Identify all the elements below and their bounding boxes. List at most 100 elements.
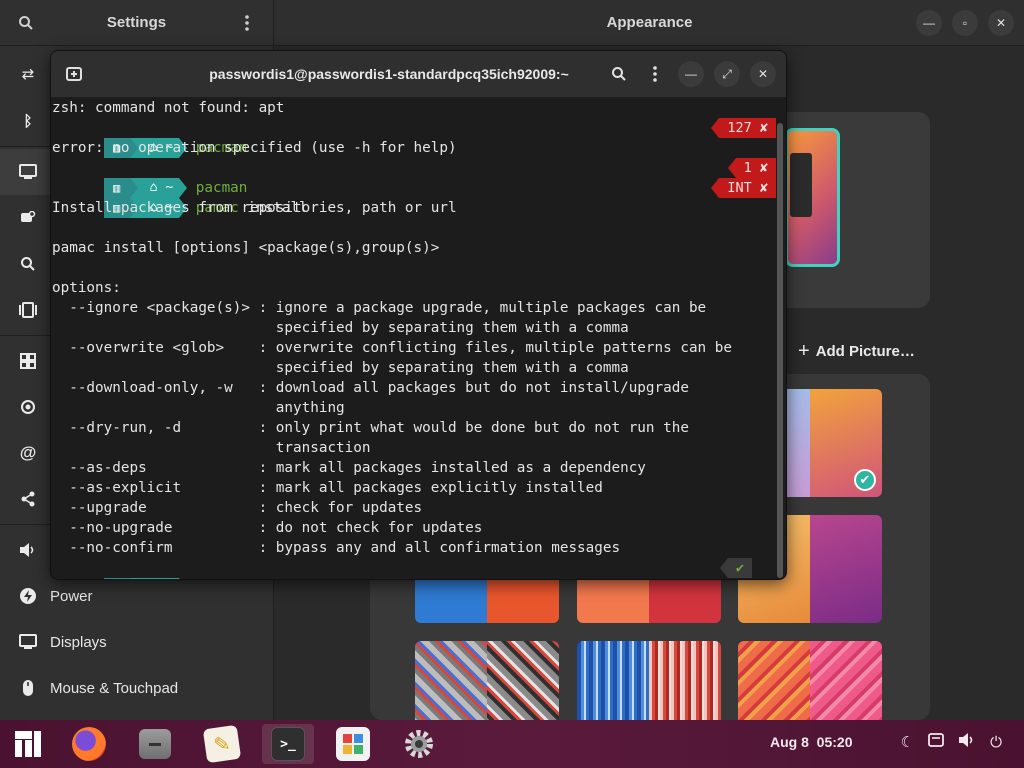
keyboard-icon[interactable] bbox=[928, 733, 945, 751]
apps-icon bbox=[18, 351, 38, 371]
prompt-line: ▥ ⌂ ~ pamac install INT ✘ bbox=[52, 178, 776, 218]
prompt-line: ▥⌂ ~ pacman ✔ bbox=[52, 558, 776, 580]
settings-icon bbox=[402, 727, 436, 761]
sidebar-item-label: Displays bbox=[50, 633, 107, 651]
wifi-icon: ⇄ bbox=[21, 66, 35, 83]
taskbar-software[interactable] bbox=[327, 724, 379, 764]
volume-icon[interactable] bbox=[958, 732, 976, 752]
sidebar-item-mouse[interactable]: Mouse & Touchpad bbox=[0, 665, 274, 711]
output-line: --ignore <package(s)> : ignore a package… bbox=[52, 300, 707, 316]
add-picture-label: Add Picture… bbox=[815, 343, 915, 360]
output-line: --no-confirm : bypass any and all confir… bbox=[52, 540, 621, 556]
prompt: ▥ ⌂ ~ bbox=[103, 578, 188, 579]
manjaro-menu-icon bbox=[11, 727, 45, 761]
home-dir-segment: ⌂ ~ bbox=[137, 578, 180, 579]
bluetooth-icon: ᛒ bbox=[23, 112, 33, 130]
displays-icon bbox=[18, 632, 38, 652]
output-line: options: bbox=[52, 280, 121, 296]
multitasking-icon bbox=[18, 300, 38, 320]
check-icon: ✔ bbox=[854, 469, 876, 491]
taskbar-terminal[interactable]: >_ bbox=[262, 724, 314, 764]
online-accounts-icon: @ bbox=[19, 443, 37, 462]
terminal-window[interactable]: passwordis1@passwordis1-standardpcq35ich… bbox=[50, 50, 787, 580]
sidebar-header: Settings bbox=[0, 0, 273, 46]
appearance-title: Appearance bbox=[606, 14, 693, 31]
mouse-icon bbox=[18, 678, 38, 698]
clock[interactable]: Aug 8 05:20 bbox=[770, 734, 852, 750]
output-line: Install packages from repositories, path… bbox=[52, 200, 457, 216]
output-line: anything bbox=[52, 400, 345, 416]
close-icon[interactable]: ✕ bbox=[988, 10, 1014, 36]
output-line: pamac install [options] <package(s),grou… bbox=[52, 240, 440, 256]
terminal-actions: — ⤢ ✕ bbox=[606, 61, 776, 87]
terminal-icon: >_ bbox=[271, 727, 305, 761]
power-icon[interactable]: ⏻ bbox=[990, 734, 1002, 751]
exit-status-badge: 1 ✘ bbox=[727, 158, 776, 178]
current-background-preview[interactable] bbox=[785, 128, 840, 267]
clock-date: Aug 8 bbox=[770, 734, 809, 750]
new-tab-icon[interactable] bbox=[61, 61, 87, 87]
output-line: specified by separating them with a comm… bbox=[52, 320, 629, 336]
maximize-icon[interactable]: ▫ bbox=[952, 10, 978, 36]
terminal-output[interactable]: zsh: command not found: apt ▥ ⌂ ~ pacman … bbox=[51, 98, 776, 580]
output-line: --as-deps : mark all packages installed … bbox=[52, 460, 646, 476]
taskbar-text-editor[interactable]: ✎ bbox=[196, 724, 248, 764]
home-icon: ⌂ bbox=[150, 578, 158, 579]
terminal-header: passwordis1@passwordis1-standardpcq35ich… bbox=[51, 51, 786, 97]
files-icon bbox=[139, 729, 171, 759]
software-icon bbox=[336, 727, 370, 761]
output-line: specified by separating them with a comm… bbox=[52, 360, 629, 376]
output-line: --no-upgrade : do not check for updates bbox=[52, 520, 483, 536]
output-line: transaction bbox=[52, 440, 371, 456]
exit-status-badge: ✔ bbox=[719, 558, 752, 578]
minimize-icon[interactable]: — bbox=[678, 61, 704, 87]
terminal-title: passwordis1@passwordis1-standardpcq35ich… bbox=[209, 66, 569, 82]
output-line: --overwrite <glob> : overwrite conflicti… bbox=[52, 340, 732, 356]
menu-icon[interactable] bbox=[235, 11, 259, 35]
plus-icon: + bbox=[798, 340, 810, 362]
output-line: --download-only, -w : download all packa… bbox=[52, 380, 689, 396]
text-cursor bbox=[251, 579, 259, 580]
sidebar-item-label: Mouse & Touchpad bbox=[50, 679, 179, 697]
maximize-icon[interactable]: ⤢ bbox=[714, 61, 740, 87]
sharing-icon bbox=[18, 489, 38, 509]
output-line: --as-explicit : mark all packages explic… bbox=[52, 480, 603, 496]
output-line: --dry-run, -d : only print what would be… bbox=[52, 420, 689, 436]
search-icon[interactable] bbox=[14, 11, 38, 35]
clock-time: 05:20 bbox=[816, 734, 853, 750]
prompt-line: ▥ ⌂ ~ pacman 127 ✘ bbox=[52, 118, 776, 158]
prompt-line: ▥ ⌂ ~ pacman 1 ✘ bbox=[52, 158, 776, 198]
night-light-icon[interactable]: ☾ bbox=[901, 733, 914, 751]
taskbar: ✎ >_ Aug 8 05:20 ☾ ⏻ bbox=[0, 720, 1024, 768]
system-tray: ☾ ⏻ bbox=[901, 732, 1002, 752]
window-controls: — ▫ ✕ bbox=[916, 10, 1014, 36]
firefox-icon bbox=[72, 727, 106, 761]
settings-title: Settings bbox=[106, 14, 167, 31]
window-mock bbox=[790, 153, 812, 217]
manjaro-menu-button[interactable] bbox=[2, 724, 54, 764]
exit-status-badge: 127 ✘ bbox=[711, 118, 776, 138]
sidebar-item-label: Power bbox=[50, 587, 93, 605]
notifications-icon bbox=[18, 208, 38, 228]
appearance-header: Appearance — ▫ ✕ bbox=[275, 0, 1024, 46]
output-line: zsh: command not found: apt bbox=[52, 100, 285, 116]
output-line: --upgrade : check for updates bbox=[52, 500, 423, 516]
search-icon bbox=[18, 254, 38, 274]
power-icon bbox=[18, 586, 38, 606]
taskbar-settings[interactable] bbox=[393, 724, 445, 764]
manjaro-logo-icon: ▥ bbox=[103, 578, 130, 579]
taskbar-files[interactable] bbox=[129, 724, 181, 764]
privacy-icon bbox=[18, 397, 38, 417]
add-picture-button[interactable]: + Add Picture… bbox=[798, 340, 915, 363]
minimize-icon[interactable]: — bbox=[916, 10, 942, 36]
menu-icon[interactable] bbox=[642, 61, 668, 87]
sidebar-item-displays[interactable]: Displays bbox=[0, 619, 274, 665]
exit-status-badge: INT ✘ bbox=[711, 178, 776, 198]
output-line: error: no operation specified (use -h fo… bbox=[52, 140, 457, 156]
terminal-scrollbar[interactable] bbox=[777, 123, 783, 578]
background-icon bbox=[18, 162, 38, 182]
taskbar-firefox[interactable] bbox=[63, 724, 115, 764]
search-icon[interactable] bbox=[606, 61, 632, 87]
close-icon[interactable]: ✕ bbox=[750, 61, 776, 87]
sound-icon bbox=[18, 540, 38, 560]
